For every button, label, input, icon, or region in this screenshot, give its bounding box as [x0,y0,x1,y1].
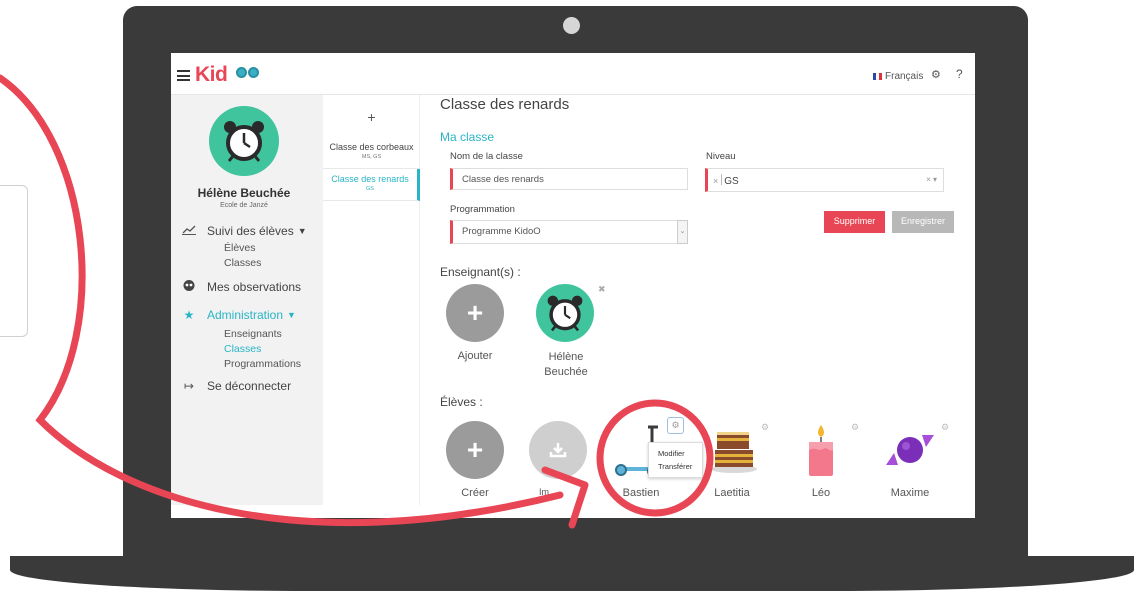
level-tag: GS [724,176,739,187]
delete-button[interactable]: Supprimer [824,211,885,233]
download-icon [549,443,567,458]
students-label: Élèves : [440,395,483,409]
laptop-base-bottom [10,570,1134,591]
program-label: Programmation [450,204,515,215]
remove-tag-icon[interactable]: × [713,176,718,186]
level-label: Niveau [706,151,736,162]
plus-icon: + [466,434,484,465]
save-button[interactable]: Enregistrer [892,211,954,233]
program-select[interactable]: Programme KidoO [450,220,678,244]
menu-item-transferer[interactable]: Transférer [658,460,702,473]
nav-sub-enseignants[interactable]: Enseignants [224,328,282,340]
top-bar: Kid Français ⚙ ? [171,53,975,95]
nav-suivi-eleves[interactable]: Suivi des élèves ▼ [182,224,307,238]
student-avatar-maxime[interactable] [884,425,936,475]
level-select[interactable]: × GS × ▾ [705,168,944,192]
import-student-label: Im [539,487,549,497]
remove-teacher-icon[interactable]: ✖ [598,284,606,295]
star-icon: ★ [183,308,195,322]
nav-logout[interactable]: ↦ Se déconnecter [182,379,291,393]
class-list: + Classe des corbeaux MS, GS Classe des … [323,95,420,505]
candle-icon [809,425,833,476]
class-levels: MS, GS [361,154,382,160]
nav-sub-eleves[interactable]: Élèves [224,242,256,254]
alarm-clock-icon [547,295,583,332]
select-controls-icon[interactable]: × ▾ [926,175,937,184]
menu-icon[interactable] [177,70,190,81]
user-avatar[interactable] [209,106,279,176]
student-settings-gear-icon[interactable]: ⚙ [761,422,769,433]
app-logo[interactable]: Kid [195,63,228,87]
language-label: Français [885,71,924,82]
cake-icon [711,432,757,473]
chevron-down-icon[interactable]: ⌄ [677,220,688,244]
user-name: Hélène Beuchée [197,186,291,200]
class-name-label: Nom de la classe [450,151,523,162]
language-selector[interactable]: Français [873,71,923,82]
student-context-menu: Modifier Transférer [648,442,703,478]
student-avatar-leo[interactable] [806,423,836,478]
chevron-down-icon: ▼ [297,226,307,236]
nav-observations[interactable]: Mes observations [182,279,301,294]
nav-label: Mes observations [207,279,302,294]
class-name: Classe des renards [331,174,409,184]
french-flag-icon [873,73,882,80]
student-name-laetitia: Laetitia [714,487,750,499]
class-levels: GS [366,186,374,192]
help-button[interactable]: ? [956,67,963,81]
nav-administration[interactable]: ★ Administration ▼ [182,308,296,322]
app-screen: Kid Français ⚙ ? Hélène Beuchée Ecole de… [171,53,975,518]
class-item-renards[interactable]: Classe des renards GS [323,169,420,201]
student-name-bastien: Bastien [622,487,660,499]
page-title: Classe des renards [440,96,570,113]
user-school: Ecole de Janzé [220,202,268,209]
add-class-button[interactable]: + [323,109,420,125]
create-student-button[interactable]: + [446,421,504,479]
nav-label: Administration [207,308,284,322]
alarm-clock-icon [224,121,264,162]
class-name: Classe des corbeaux [329,142,414,152]
teacher-avatar[interactable] [536,284,594,342]
nav-sub-classes-suivi[interactable]: Classes [224,257,261,269]
import-student-button[interactable] [529,421,587,479]
laptop-base [10,556,1134,570]
student-settings-gear-icon[interactable]: ⚙ [941,422,949,433]
chevron-down-icon: ▼ [287,310,296,320]
plus-icon: + [466,297,484,328]
add-teacher-label: Ajouter [457,350,493,362]
section-title: Ma classe [440,130,495,144]
settings-gear-icon[interactable]: ⚙ [931,68,941,81]
menu-item-modifier[interactable]: Modifier [658,447,702,460]
student-settings-gear-icon[interactable]: ⚙ [667,417,684,434]
student-name-maxime: Maxime [890,487,930,499]
add-teacher-button[interactable]: + [446,284,504,342]
class-name-input[interactable]: Classe des renards [450,168,688,190]
logo-eyes-icon [236,67,259,78]
nav-sub-classes[interactable]: Classes [224,343,261,355]
teacher-name: Hélène Beuchée [544,351,588,378]
create-student-label: Créer [461,487,489,499]
student-settings-gear-icon[interactable]: ⚙ [851,422,859,433]
nav-label: Suivi des élèves [207,224,294,238]
teachers-label: Enseignant(s) : [440,265,521,279]
student-avatar-laetitia[interactable] [709,426,759,474]
nav-sub-programmations[interactable]: Programmations [224,358,301,370]
stage: Kid Français ⚙ ? Hélène Beuchée Ecole de… [0,0,1141,591]
logout-icon: ↦ [183,379,195,393]
sidebar: Hélène Beuchée Ecole de Janzé Suivi des … [171,95,323,505]
class-item-corbeaux[interactable]: Classe des corbeaux MS, GS [323,137,420,169]
student-name-leo: Léo [811,487,831,499]
owl-icon [182,279,196,294]
nav-label: Se déconnecter [207,379,292,393]
laptop-camera [563,17,580,34]
chart-line-icon [182,224,196,238]
candy-icon [886,435,934,465]
decorative-panel [0,185,28,337]
